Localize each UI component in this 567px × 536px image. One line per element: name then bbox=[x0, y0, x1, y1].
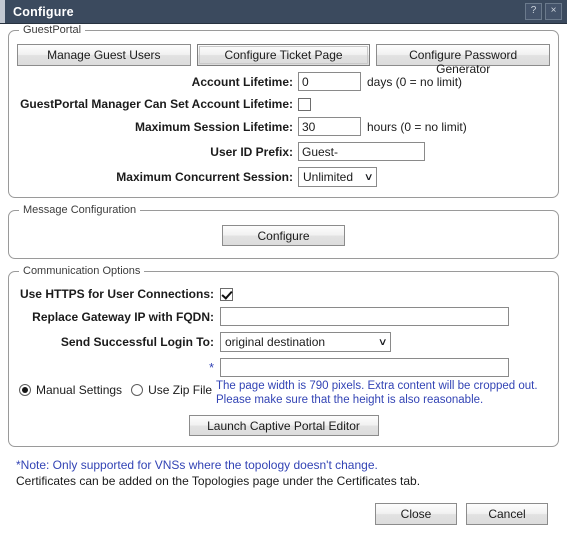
maximum-session-lifetime-suffix: hours (0 = no limit) bbox=[367, 119, 467, 134]
communication-options-group: Communication Options Use HTTPS for User… bbox=[8, 265, 559, 447]
send-successful-login-value: original destination bbox=[225, 335, 326, 349]
required-destination-input[interactable] bbox=[220, 358, 509, 377]
settings-mode-row: Manual Settings Use Zip File The page wi… bbox=[15, 379, 552, 407]
maximum-session-lifetime-input[interactable] bbox=[298, 117, 361, 136]
guestportal-group: GuestPortal Manage Guest Users Configure… bbox=[8, 24, 559, 198]
account-lifetime-suffix: days (0 = no limit) bbox=[367, 74, 463, 89]
note-line-2: Certificates can be added on the Topolog… bbox=[16, 474, 421, 488]
radio-manual-settings[interactable]: Manual Settings bbox=[19, 383, 122, 397]
radio-use-zip-file-indicator[interactable] bbox=[131, 384, 144, 396]
message-configure-button[interactable]: Configure bbox=[222, 225, 345, 246]
footer-notes: *Note: Only supported for VNSs where the… bbox=[8, 453, 559, 489]
configure-password-generator-button[interactable]: Configure Password Generator bbox=[376, 44, 551, 76]
replace-gateway-ip-label: Replace Gateway IP with FQDN: bbox=[32, 309, 214, 324]
manager-can-set-lifetime-checkbox[interactable] bbox=[298, 97, 311, 111]
communication-options-legend: Communication Options bbox=[23, 265, 141, 277]
manager-can-set-lifetime-row: GuestPortal Manager Can Set Account Life… bbox=[15, 97, 552, 111]
use-https-row: Use HTTPS for User Connections: bbox=[15, 287, 552, 301]
guestportal-legend: GuestPortal bbox=[23, 24, 82, 36]
launch-editor-wrap: Launch Captive Portal Editor bbox=[15, 415, 552, 436]
configure-ticket-page-button[interactable]: Configure Ticket Page bbox=[196, 44, 371, 66]
account-lifetime-label: Account Lifetime: bbox=[191, 74, 293, 89]
replace-gateway-ip-row: Replace Gateway IP with FQDN: bbox=[15, 307, 552, 326]
maximum-session-lifetime-label: Maximum Session Lifetime: bbox=[134, 119, 293, 134]
help-icon[interactable]: ? bbox=[525, 3, 542, 20]
close-button[interactable]: Close bbox=[375, 503, 457, 525]
page-width-hint-line2: Please make sure that the height is also… bbox=[216, 394, 484, 406]
maximum-concurrent-session-row: Maximum Concurrent Session: Unlimited ∨ bbox=[15, 167, 552, 187]
titlebar-accent-strip bbox=[0, 0, 5, 23]
radio-manual-settings-label: Manual Settings bbox=[36, 383, 123, 397]
user-id-prefix-label: User ID Prefix: bbox=[210, 144, 293, 159]
manage-guest-users-button[interactable]: Manage Guest Users bbox=[17, 44, 191, 66]
maximum-session-lifetime-row: Maximum Session Lifetime: hours (0 = no … bbox=[15, 117, 552, 136]
message-configuration-group: Message Configuration Configure bbox=[8, 204, 559, 259]
note-line-1: *Note: Only supported for VNSs where the… bbox=[16, 458, 378, 472]
titlebar-buttons: ? × bbox=[525, 3, 562, 20]
radio-use-zip-file-label: Use Zip File bbox=[148, 383, 213, 397]
user-id-prefix-input[interactable] bbox=[298, 142, 425, 161]
maximum-concurrent-session-select[interactable]: Unlimited ∨ bbox=[298, 167, 377, 187]
user-id-prefix-row: User ID Prefix: bbox=[15, 142, 552, 161]
dialog-body: GuestPortal Manage Guest Users Configure… bbox=[0, 24, 567, 525]
use-https-checkbox[interactable] bbox=[220, 287, 233, 301]
radio-use-zip-file[interactable]: Use Zip File bbox=[131, 383, 212, 397]
required-field-marker: * bbox=[208, 360, 214, 375]
dialog-title: Configure bbox=[13, 4, 74, 19]
message-configuration-button-wrap: Configure bbox=[15, 222, 552, 250]
dialog-titlebar: Configure ? × bbox=[0, 0, 567, 24]
maximum-concurrent-session-value: Unlimited bbox=[303, 170, 354, 184]
chevron-down-icon: ∨ bbox=[363, 171, 374, 183]
maximum-concurrent-session-label: Maximum Concurrent Session: bbox=[116, 170, 293, 184]
required-destination-row: * bbox=[15, 358, 552, 377]
send-successful-login-select[interactable]: original destination ∨ bbox=[220, 332, 391, 352]
use-https-label: Use HTTPS for User Connections: bbox=[19, 287, 214, 301]
page-width-hint: The page width is 790 pixels. Extra cont… bbox=[214, 379, 538, 407]
send-successful-login-label: Send Successful Login To: bbox=[60, 335, 214, 349]
radio-manual-settings-indicator[interactable] bbox=[19, 384, 31, 396]
page-width-hint-line1: The page width is 790 pixels. Extra cont… bbox=[216, 380, 538, 392]
guestportal-button-row: Manage Guest Users Configure Ticket Page… bbox=[17, 44, 551, 76]
send-successful-login-row: Send Successful Login To: original desti… bbox=[15, 332, 552, 352]
manager-can-set-lifetime-label: GuestPortal Manager Can Set Account Life… bbox=[20, 97, 293, 111]
dialog-footer-buttons: Close Cancel bbox=[8, 489, 559, 525]
message-configuration-legend: Message Configuration bbox=[23, 204, 137, 216]
launch-captive-portal-editor-button[interactable]: Launch Captive Portal Editor bbox=[188, 415, 379, 436]
settings-mode-radio-group: Manual Settings Use Zip File bbox=[15, 379, 214, 397]
account-lifetime-input[interactable] bbox=[298, 72, 361, 91]
close-icon[interactable]: × bbox=[545, 3, 562, 20]
chevron-down-icon: ∨ bbox=[377, 336, 388, 348]
cancel-button[interactable]: Cancel bbox=[466, 503, 548, 525]
replace-gateway-ip-input[interactable] bbox=[220, 307, 509, 326]
